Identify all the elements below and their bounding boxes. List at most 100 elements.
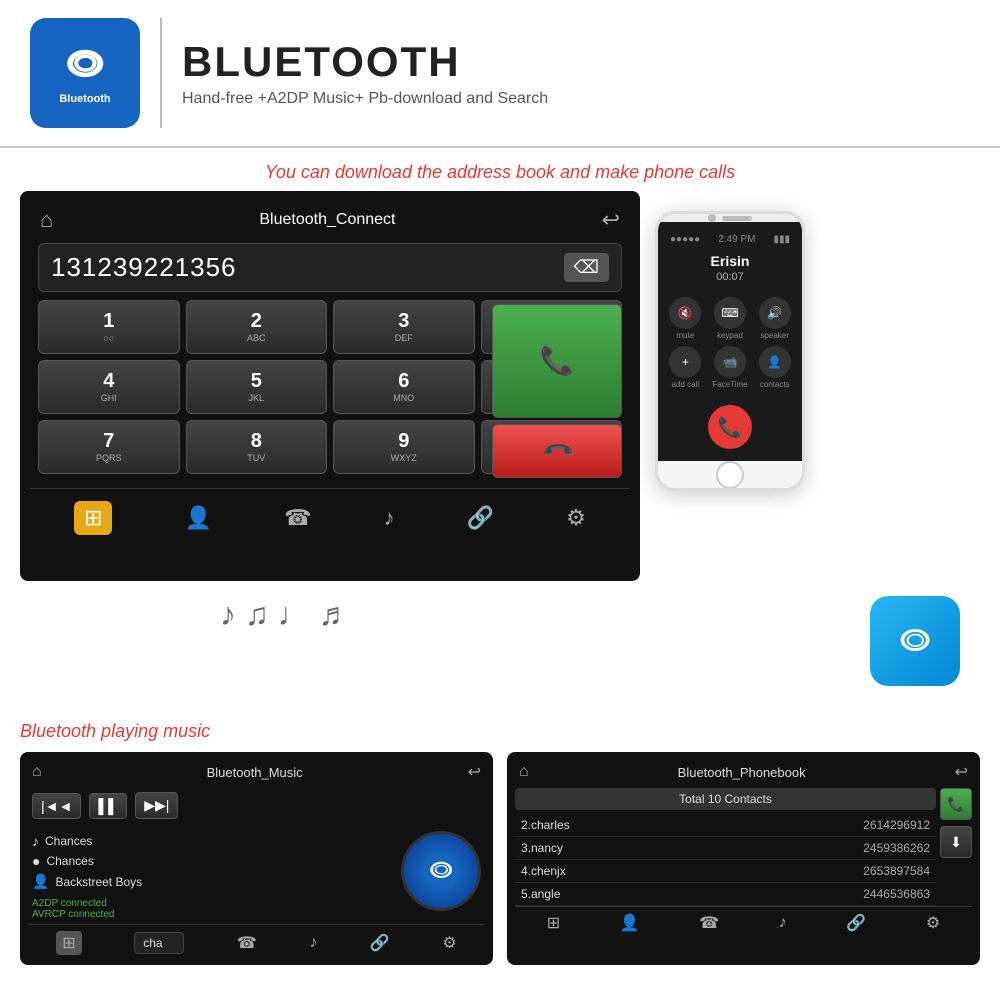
top-description: You can download the address book and ma… [0, 148, 1000, 191]
header-text-block: BLUETOOTH Hand-free +A2DP Music+ Pb-down… [182, 38, 548, 108]
key-6[interactable]: 6 MNO [333, 360, 475, 414]
track-item-2: ● Chances [32, 851, 391, 871]
car-dial-screen: ⌂ Bluetooth_Connect ↩ 131239221356 ⌫ 1 ○… [20, 191, 640, 581]
phonebook-bottom-nav: ⊞ 👤 ☎ ♪ 🔗 ⚙ [515, 906, 972, 935]
logo-label: Bluetooth [59, 93, 110, 105]
phonebook-screen-title: Bluetooth_Phonebook [678, 765, 806, 780]
phone-input-row: 131239221356 ⌫ [38, 243, 622, 292]
pb-nav-music[interactable]: ♪ [779, 914, 787, 932]
music-nav-settings[interactable]: ⚙ [442, 933, 456, 953]
key-5[interactable]: 5 JKL [186, 360, 328, 414]
phonebook-total: Total 10 Contacts [515, 788, 936, 810]
nav-apps-icon[interactable]: ⊞ [74, 501, 112, 535]
a2dp-status: A2DP connected [32, 898, 391, 909]
phonebook-contacts-area: Total 10 Contacts 2.charles 2614296912 3… [515, 788, 936, 906]
play-pause-button[interactable]: ▌▌ [89, 793, 127, 819]
music-bottom-nav: ⊞ ☎ ♪ 🔗 ⚙ [28, 924, 485, 957]
phone-image: ●●●●● 2:49 PM ▮▮▮ Erisin 00:07 🔇 mute ⌨ … [650, 211, 810, 491]
bluetooth-logo: ⭖ Bluetooth [30, 18, 140, 128]
header-divider [160, 18, 162, 128]
music-controls: |◄◄ ▌▌ ▶▶| [28, 788, 485, 827]
pb-nav-call[interactable]: ☎ [699, 913, 719, 933]
pb-nav-apps[interactable]: ⊞ [547, 913, 560, 933]
music-nav-music[interactable]: ♪ [309, 934, 317, 952]
phonebook-inner: Total 10 Contacts 2.charles 2614296912 3… [515, 788, 972, 906]
key-8[interactable]: 8 TUV [186, 420, 328, 474]
speaker-button[interactable]: 🔊 [759, 297, 791, 329]
track-item-1: ♪ Chances [32, 831, 391, 851]
contacts-button[interactable]: 👤 [759, 346, 791, 378]
key-9[interactable]: 9 WXYZ [333, 420, 475, 474]
phone-speaker [722, 216, 752, 221]
music-back-icon[interactable]: ↩ [468, 762, 481, 782]
header-subtitle: Hand-free +A2DP Music+ Pb-download and S… [182, 90, 548, 108]
caller-name: Erisin [711, 253, 750, 269]
nav-call-icon[interactable]: ☎ [284, 505, 311, 531]
download-button[interactable]: ⬇ [940, 826, 972, 858]
home-icon[interactable]: ⌂ [40, 207, 53, 233]
music-nav-apps[interactable]: ⊞ [56, 931, 81, 955]
music-screen-header: ⌂ Bluetooth_Music ↩ [28, 760, 485, 788]
keypad-button[interactable]: ⌨ [714, 297, 746, 329]
phone-number-display: 131239221356 [51, 252, 237, 283]
music-nav-call[interactable]: ☎ [237, 933, 257, 953]
back-icon[interactable]: ↩ [602, 207, 620, 233]
main-demo-area: ⌂ Bluetooth_Connect ↩ 131239221356 ⌫ 1 ○… [0, 191, 1000, 581]
end-call-button[interactable]: 📞 [492, 424, 622, 478]
bluetooth-symbol: ⭖ [66, 41, 104, 89]
key-4[interactable]: 4 GHI [38, 360, 180, 414]
phonebook-home-icon[interactable]: ⌂ [519, 763, 529, 781]
contact-row-4: 5.angle 2446536863 [515, 883, 936, 906]
phonebook-side-buttons: 📞 ⬇ [940, 788, 972, 906]
music-home-icon[interactable]: ⌂ [32, 763, 42, 781]
track-list: ♪ Chances ● Chances 👤 Backstreet Boys A2… [32, 831, 391, 920]
prev-button[interactable]: |◄◄ [32, 793, 81, 819]
search-input[interactable] [134, 932, 184, 954]
nav-link-icon[interactable]: 🔗 [467, 505, 494, 531]
contact-row-1: 2.charles 2614296912 [515, 814, 936, 837]
nav-settings-icon[interactable]: ⚙ [566, 505, 586, 531]
key-7[interactable]: 7 PQRS [38, 420, 180, 474]
key-1[interactable]: 1 ○○ [38, 300, 180, 354]
call-contact-button[interactable]: 📞 [940, 788, 972, 820]
mute-button[interactable]: 🔇 [669, 297, 701, 329]
vinyl-record: ⭖ [401, 831, 481, 911]
phone-bottom-bar [658, 461, 802, 489]
phone-call-buttons: 🔇 mute ⌨ keypad 🔊 speaker + add call [666, 297, 794, 389]
track-artist: Backstreet Boys [55, 875, 142, 889]
contact-row-2: 3.nancy 2459386262 [515, 837, 936, 860]
bottom-nav: ⊞ 👤 ☎ ♪ 🔗 ⚙ [30, 488, 630, 541]
pb-nav-settings[interactable]: ⚙ [926, 913, 940, 933]
phonebook-screen-header: ⌂ Bluetooth_Phonebook ↩ [515, 760, 972, 788]
music-notes-decoration: ♪ ♫ ♩ ♬ [220, 596, 351, 633]
nav-music-icon[interactable]: ♪ [384, 505, 395, 531]
screen-header: ⌂ Bluetooth_Connect ↩ [30, 201, 630, 239]
nav-contacts-icon[interactable]: 👤 [185, 505, 212, 531]
contact-row-3: 4.chenjx 2653897584 [515, 860, 936, 883]
pb-nav-contacts[interactable]: 👤 [620, 913, 640, 933]
middle-section: ♪ ♫ ♩ ♬ ⭖ [0, 581, 1000, 711]
music-nav-link[interactable]: 🔗 [370, 933, 390, 953]
track-item-3: 👤 Backstreet Boys [32, 871, 391, 892]
track-name-2: Chances [46, 854, 93, 868]
phonebook-back-icon[interactable]: ↩ [955, 762, 968, 782]
key-2[interactable]: 2 ABC [186, 300, 328, 354]
key-3[interactable]: 3 DEF [333, 300, 475, 354]
phone-home-button[interactable] [716, 461, 744, 489]
screen-title: Bluetooth_Connect [259, 211, 395, 229]
phone-screen: ●●●●● 2:49 PM ▮▮▮ Erisin 00:07 🔇 mute ⌨ … [658, 222, 802, 461]
playing-subtitle: Bluetooth playing music [0, 711, 1000, 752]
avrcp-status: AVRCP connected [32, 909, 391, 920]
end-call-phone-button[interactable]: 📞 [708, 405, 752, 449]
call-button[interactable]: 📞 [492, 304, 622, 418]
music-info: ♪ Chances ● Chances 👤 Backstreet Boys A2… [28, 827, 485, 924]
phone-camera [708, 214, 716, 222]
delete-button[interactable]: ⌫ [564, 253, 609, 282]
next-button[interactable]: ▶▶| [135, 792, 178, 819]
track-name-1: Chances [45, 834, 92, 848]
music-screen: ⌂ Bluetooth_Music ↩ |◄◄ ▌▌ ▶▶| ♪ Chances… [20, 752, 493, 965]
phone-frame: ●●●●● 2:49 PM ▮▮▮ Erisin 00:07 🔇 mute ⌨ … [655, 211, 805, 491]
facetime-button[interactable]: 📹 [714, 346, 746, 378]
add-call-button[interactable]: + [669, 346, 701, 378]
pb-nav-link[interactable]: 🔗 [846, 913, 866, 933]
